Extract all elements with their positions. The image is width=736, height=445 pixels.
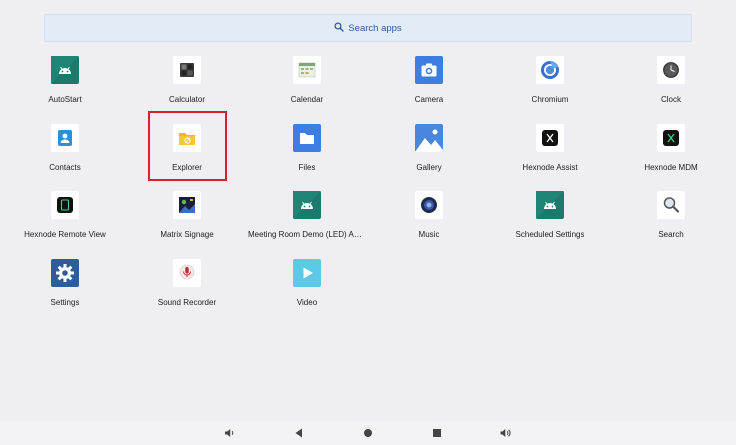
app-label: Hexnode Remote View xyxy=(24,230,106,239)
app-label: Video xyxy=(296,298,318,307)
app-label: Contacts xyxy=(49,163,81,172)
app-label: Matrix Signage xyxy=(160,230,214,239)
app-label: Meeting Room Demo (LED) APP... xyxy=(248,230,366,239)
app-label: Calendar xyxy=(290,95,324,104)
app-scheduled-settings[interactable]: Scheduled Settings xyxy=(490,191,610,249)
camera-icon xyxy=(415,56,443,84)
app-label: Camera xyxy=(414,95,444,104)
android-icon xyxy=(536,191,564,219)
app-label: AutoStart xyxy=(48,95,82,104)
app-search[interactable]: Search xyxy=(611,191,731,249)
app-label: Sound Recorder xyxy=(157,298,217,307)
chromium-icon xyxy=(536,56,564,84)
app-label: Scheduled Settings xyxy=(515,230,585,239)
app-label: Music xyxy=(418,230,440,239)
recents-icon[interactable] xyxy=(431,427,443,439)
microphone-icon xyxy=(173,259,201,287)
app-label: Hexnode Assist xyxy=(522,163,578,172)
app-autostart[interactable]: AutoStart xyxy=(5,56,125,114)
volume-up-icon[interactable] xyxy=(500,427,512,439)
calculator-icon xyxy=(173,56,201,84)
app-files[interactable]: Files xyxy=(247,124,367,182)
app-label: Hexnode MDM xyxy=(644,163,698,172)
app-clock[interactable]: Clock xyxy=(611,56,731,114)
calendar-icon xyxy=(293,56,321,84)
app-camera[interactable]: Camera xyxy=(369,56,489,114)
app-matrix-signage[interactable]: Matrix Signage xyxy=(127,191,247,249)
matrix-signage-icon xyxy=(173,191,201,219)
app-label: Files xyxy=(298,163,316,172)
gallery-icon xyxy=(415,124,443,152)
selection-highlight xyxy=(148,111,227,181)
contacts-icon xyxy=(51,124,79,152)
app-label: Calculator xyxy=(168,95,205,104)
hexnode-remote-view-icon xyxy=(51,191,79,219)
play-icon xyxy=(293,259,321,287)
app-settings[interactable]: Settings xyxy=(5,259,125,317)
settings-gear-icon xyxy=(51,259,79,287)
android-icon xyxy=(51,56,79,84)
app-label: Chromium xyxy=(531,95,569,104)
app-video[interactable]: Video xyxy=(247,259,367,317)
app-music[interactable]: Music xyxy=(369,191,489,249)
clock-icon xyxy=(657,56,685,84)
back-icon[interactable] xyxy=(293,427,305,439)
app-meeting-room-demo[interactable]: Meeting Room Demo (LED) APP... xyxy=(247,191,367,249)
volume-down-icon[interactable] xyxy=(224,427,236,439)
app-label: Gallery xyxy=(416,163,442,172)
navigation-bar xyxy=(0,421,736,445)
files-icon xyxy=(293,124,321,152)
hexnode-mdm-icon xyxy=(657,124,685,152)
app-gallery[interactable]: Gallery xyxy=(369,124,489,182)
app-label: Settings xyxy=(50,298,80,307)
search-icon xyxy=(334,21,345,35)
app-calendar[interactable]: Calendar xyxy=(247,56,367,114)
android-icon xyxy=(293,191,321,219)
app-label: Clock xyxy=(660,95,681,104)
app-hexnode-mdm[interactable]: Hexnode MDM xyxy=(611,124,731,182)
search-apps-label: Search apps xyxy=(348,22,402,34)
app-sound-recorder[interactable]: Sound Recorder xyxy=(127,259,247,317)
app-hexnode-assist[interactable]: Hexnode Assist xyxy=(490,124,610,182)
app-calculator[interactable]: Calculator xyxy=(127,56,247,114)
search-apps-bar[interactable]: Search apps xyxy=(44,14,692,42)
home-icon[interactable] xyxy=(362,427,374,439)
app-label: Search xyxy=(658,230,684,239)
app-chromium[interactable]: Chromium xyxy=(490,56,610,114)
magnifier-icon xyxy=(657,191,685,219)
music-icon xyxy=(415,191,443,219)
hexnode-assist-icon xyxy=(536,124,564,152)
app-hexnode-remote-view[interactable]: Hexnode Remote View xyxy=(5,191,125,249)
app-contacts[interactable]: Contacts xyxy=(5,124,125,182)
